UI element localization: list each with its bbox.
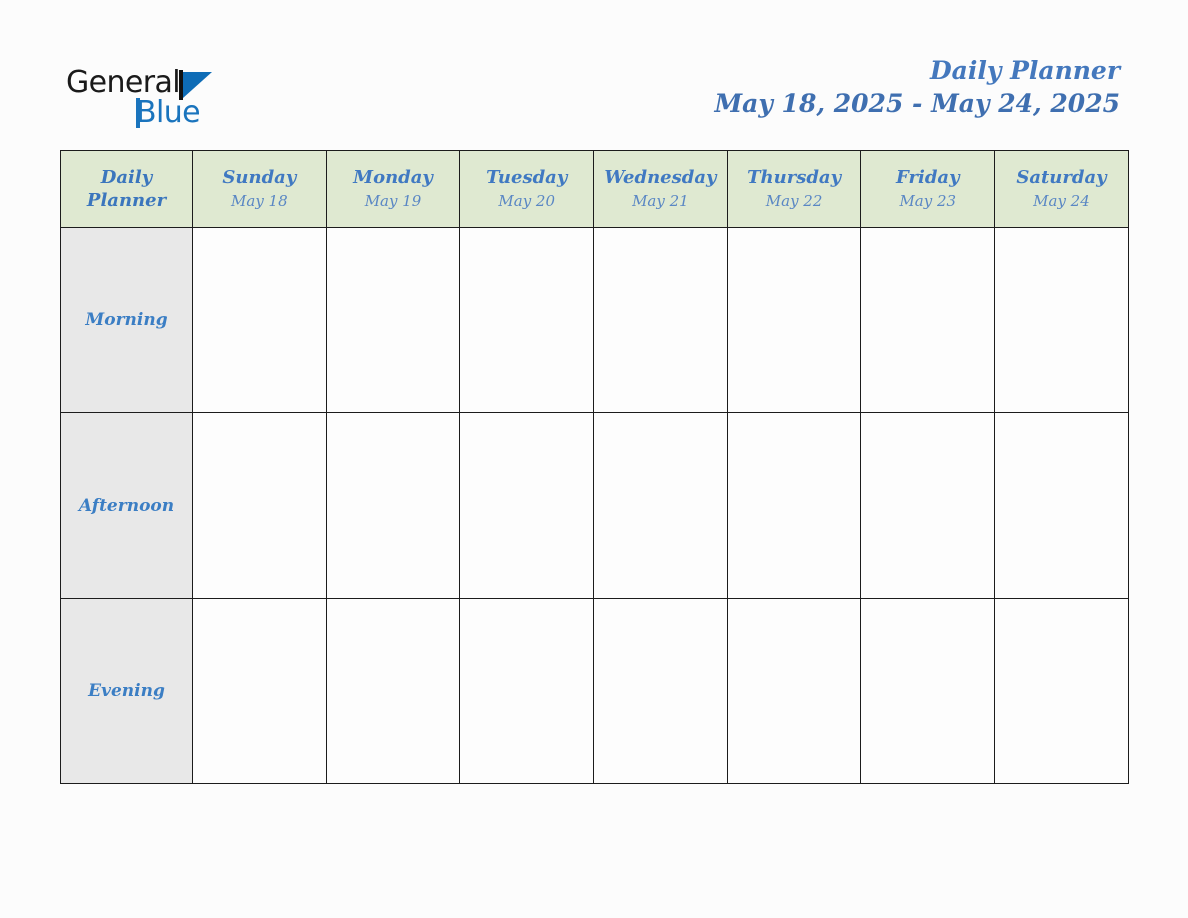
cell-evening-monday[interactable] [325,598,461,784]
table-row-morning: Morning [60,227,1129,413]
day-date-sunday: May 18 [231,192,288,210]
header-cell-tuesday: Tuesday May 20 [459,150,595,228]
cell-morning-tuesday[interactable] [459,227,595,413]
slot-label-evening-text: Evening [88,681,165,701]
day-name-saturday: Saturday [1016,167,1107,188]
header-cell-wednesday: Wednesday May 21 [593,150,728,228]
page-title: Daily Planner [929,56,1120,85]
corner-label-line1: Daily [100,167,153,188]
cell-afternoon-sunday[interactable] [192,412,327,599]
page-header: General Blue Daily Planner May 18, 2025 … [0,0,1188,148]
cell-morning-saturday[interactable] [994,227,1129,413]
table-row-afternoon: Afternoon [60,412,1129,599]
header-cell-monday: Monday May 19 [325,150,461,228]
table-header-row: Daily Planner Sunday May 18 Monday May 1… [60,150,1129,228]
day-name-friday: Friday [896,167,960,188]
cell-evening-friday[interactable] [860,598,996,784]
title-block: Daily Planner May 18, 2025 - May 24, 202… [714,55,1120,121]
cell-evening-saturday[interactable] [994,598,1129,784]
day-name-thursday: Thursday [747,167,842,188]
logo-text-blue: Blue [136,95,201,130]
slot-label-evening: Evening [60,598,193,784]
general-blue-logo: General Blue [66,68,256,136]
header-cell-sunday: Sunday May 18 [192,150,327,228]
day-date-monday: May 19 [364,192,422,210]
date-range-subtitle: May 18, 2025 - May 24, 2025 [714,89,1120,118]
slot-label-afternoon-text: Afternoon [78,495,175,516]
cell-afternoon-saturday[interactable] [994,412,1129,599]
day-date-friday: May 23 [899,192,957,210]
cell-afternoon-thursday[interactable] [726,412,862,599]
slot-label-afternoon: Afternoon [60,412,193,599]
cell-afternoon-monday[interactable] [325,412,461,599]
logo-text-general: General [66,65,181,100]
corner-label-line2: Planner [86,190,167,211]
day-date-thursday: May 22 [765,192,823,210]
header-cell-saturday: Saturday May 24 [994,150,1129,228]
cell-evening-wednesday[interactable] [593,598,728,784]
cell-afternoon-friday[interactable] [860,412,996,599]
day-name-wednesday: Wednesday [604,167,717,188]
header-cell-thursday: Thursday May 22 [726,150,862,228]
slot-label-morning-text: Morning [85,310,168,330]
day-name-monday: Monday [353,167,433,188]
planner-page: General Blue Daily Planner May 18, 2025 … [0,0,1188,918]
cell-morning-sunday[interactable] [192,227,327,413]
cell-afternoon-tuesday[interactable] [459,412,595,599]
daily-planner-table: Daily Planner Sunday May 18 Monday May 1… [60,150,1129,784]
cell-evening-sunday[interactable] [192,598,327,784]
day-name-tuesday: Tuesday [486,167,568,188]
slot-label-morning: Morning [60,227,193,413]
cell-morning-monday[interactable] [325,227,461,413]
day-date-wednesday: May 21 [632,192,689,210]
table-row-evening: Evening [60,598,1129,784]
header-cell-friday: Friday May 23 [860,150,996,228]
day-name-sunday: Sunday [222,167,297,188]
cell-evening-thursday[interactable] [726,598,862,784]
cell-morning-wednesday[interactable] [593,227,728,413]
cell-morning-friday[interactable] [860,227,996,413]
day-date-tuesday: May 20 [498,192,556,210]
header-corner-cell: Daily Planner [60,150,193,228]
cell-morning-thursday[interactable] [726,227,862,413]
day-date-saturday: May 24 [1033,192,1090,210]
cell-afternoon-wednesday[interactable] [593,412,728,599]
cell-evening-tuesday[interactable] [459,598,595,784]
